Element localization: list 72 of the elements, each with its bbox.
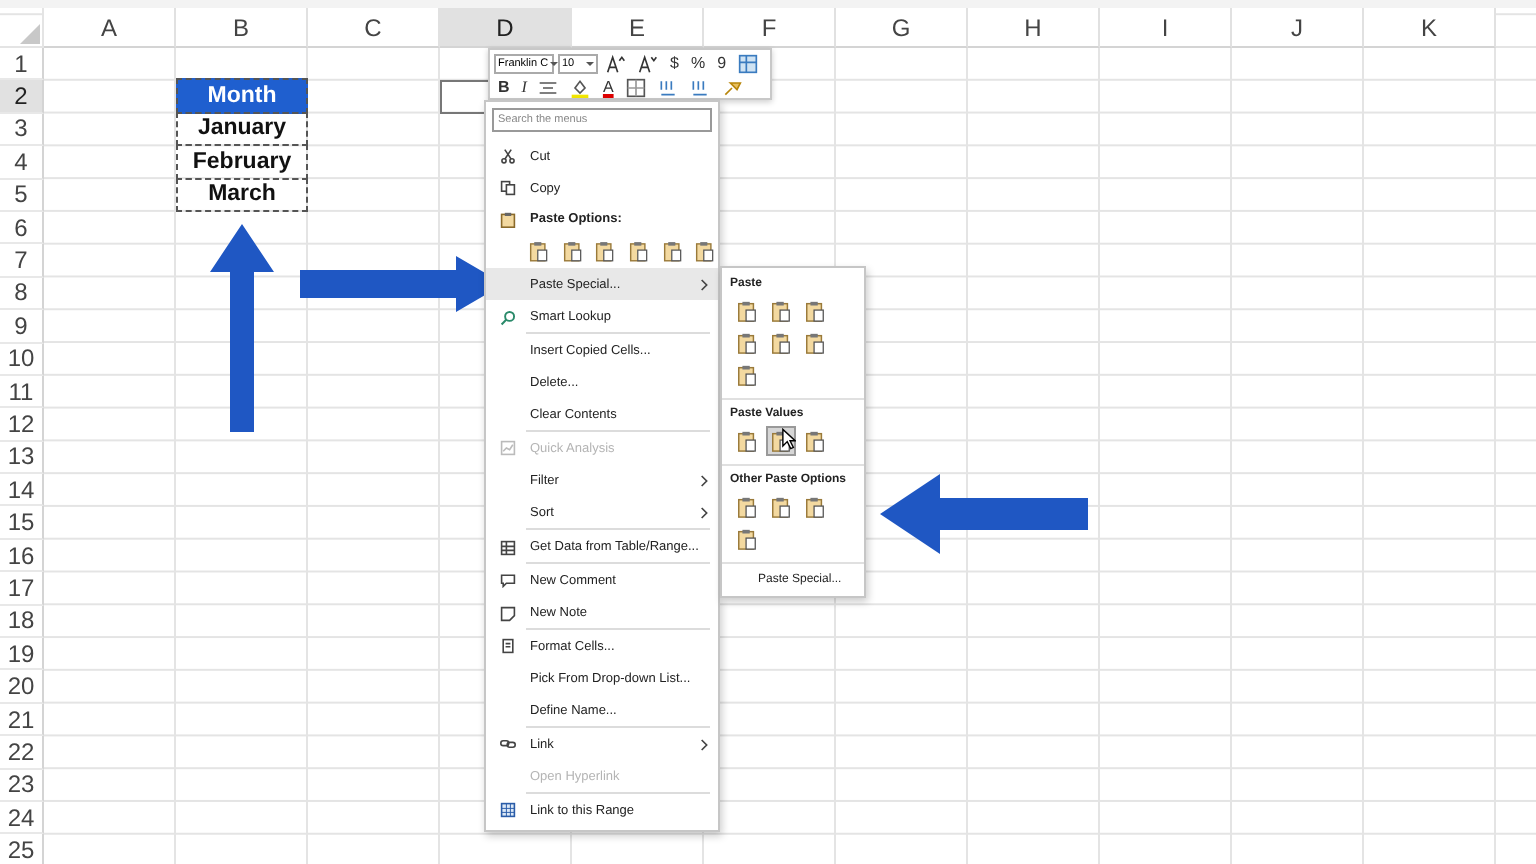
row-header[interactable]: 14 [0, 474, 44, 507]
column-header[interactable]: F [704, 8, 836, 48]
row-header[interactable]: 13 [0, 441, 44, 475]
bold-button[interactable]: B [494, 75, 514, 99]
decimal-icon[interactable] [657, 77, 678, 97]
column-header[interactable]: A [44, 8, 176, 48]
row-header[interactable]: 24 [0, 801, 44, 835]
font-color-button[interactable]: A [598, 75, 618, 99]
link-icon [500, 736, 516, 752]
column-header[interactable]: H [968, 8, 1100, 48]
format-button[interactable]: 9 [713, 51, 731, 75]
chevron-icon [700, 506, 710, 520]
row-header[interactable]: 6 [0, 211, 44, 245]
borders-icon[interactable] [625, 77, 646, 97]
row-header[interactable]: 23 [0, 769, 44, 802]
cursor-icon [782, 428, 796, 450]
column-header[interactable]: C [308, 8, 440, 48]
row-header[interactable]: 3 [0, 113, 44, 147]
column-header[interactable]: I [1100, 8, 1232, 48]
table-cell: March [176, 177, 308, 212]
row-header[interactable]: 18 [0, 605, 44, 639]
copy-icon [500, 180, 516, 196]
chevron-icon [700, 473, 710, 487]
row-header[interactable]: 16 [0, 539, 44, 573]
row-header[interactable]: 5 [0, 179, 44, 212]
column-header[interactable]: D [440, 8, 572, 48]
decrease-font-icon[interactable] [638, 53, 658, 73]
table-cell: January [176, 111, 308, 147]
format-button[interactable]: % [686, 51, 710, 75]
row-header[interactable]: 9 [0, 310, 44, 344]
note-icon [500, 605, 516, 621]
column-header[interactable]: J [1232, 8, 1364, 48]
fill-color-icon[interactable] [570, 77, 591, 97]
row-header[interactable]: 1 [0, 48, 44, 81]
row-header[interactable]: 22 [0, 736, 44, 770]
table-icon [500, 539, 516, 555]
row-header[interactable]: 8 [0, 277, 44, 311]
chart-icon [500, 440, 516, 456]
column-header[interactable]: G [836, 8, 968, 48]
brush-icon[interactable] [721, 77, 742, 97]
table-format-icon[interactable] [738, 53, 759, 73]
decimal-icon[interactable] [689, 77, 710, 97]
header-cell: Month [176, 78, 308, 114]
row-header[interactable]: 15 [0, 506, 44, 540]
row-header[interactable]: 12 [0, 408, 44, 442]
row-header[interactable]: 17 [0, 572, 44, 606]
column-header[interactable]: B [176, 8, 308, 48]
row-header[interactable]: 7 [0, 244, 44, 278]
increase-font-icon[interactable] [606, 53, 626, 73]
chevron-icon [700, 277, 710, 291]
row-header[interactable]: 10 [0, 343, 44, 376]
row-header[interactable]: 20 [0, 670, 44, 704]
arrow-icon [210, 224, 274, 432]
row-header[interactable]: 11 [0, 375, 44, 409]
comment-icon [500, 572, 516, 588]
row-header[interactable]: 19 [0, 638, 44, 671]
column-header[interactable]: K [1364, 8, 1496, 48]
row-header[interactable]: 2 [0, 80, 44, 114]
table-cell: February [176, 144, 308, 180]
format-button[interactable]: $ [666, 51, 683, 75]
scissors-icon [500, 148, 516, 164]
document-icon [500, 638, 516, 654]
row-header[interactable]: 21 [0, 703, 44, 737]
chevron-icon [700, 737, 710, 751]
align-center-icon[interactable] [538, 77, 559, 97]
clipboard-icon [500, 211, 516, 227]
grid-icon [500, 802, 516, 818]
column-header[interactable]: E [572, 8, 704, 48]
italic-button[interactable]: I [517, 75, 531, 99]
arrow-icon [880, 474, 1088, 554]
row-header[interactable]: 4 [0, 146, 44, 180]
search-icon [500, 309, 516, 325]
